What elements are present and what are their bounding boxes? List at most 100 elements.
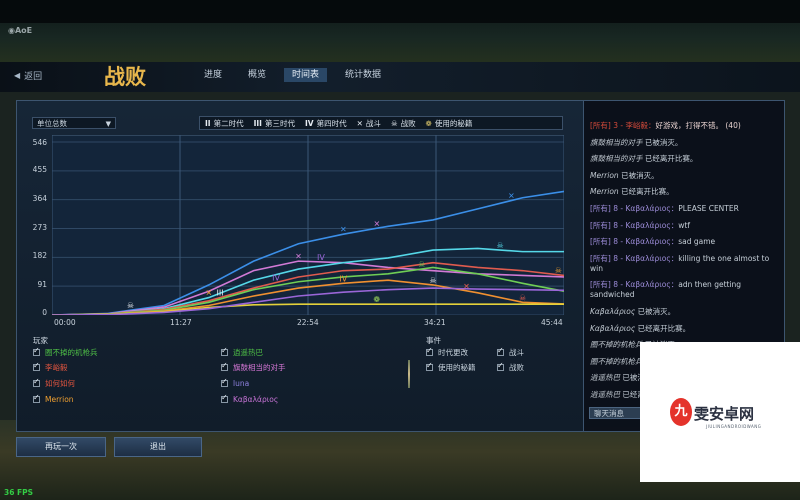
chat-message: 旗鼓相当的对手 已被消灭。 (590, 138, 778, 148)
chat-text: PLEASE CENTER (678, 203, 739, 213)
replay-button[interactable]: 再玩一次 (16, 437, 106, 457)
chat-player-name: 逍遥热巴 (590, 389, 620, 399)
crossed-swords-icon: ✕ (508, 192, 515, 201)
x-tick-label: 34:21 (424, 318, 446, 327)
crossed-swords-icon: ✕ (295, 252, 302, 261)
fps-counter: 36 FPS (4, 488, 34, 497)
x-tick-label: 45:44 (541, 318, 563, 327)
page-title: 战败 (104, 64, 146, 89)
tab-timeline[interactable]: 时间表 (284, 68, 328, 82)
player-toggle[interactable]: 旗鼓相当的对手 (221, 361, 401, 373)
y-tick-label: 273 (32, 223, 47, 232)
metric-dropdown[interactable]: 单位总数 ▼ (32, 117, 116, 129)
back-label: 返回 (24, 71, 43, 82)
player-toggle[interactable]: 如何如何 (33, 377, 213, 388)
chat-player-name: 圈不掉的机枪兵 (590, 356, 643, 366)
legend-item-age3: III 第三时代 (249, 118, 300, 129)
skull-icon: ☠ (390, 118, 398, 128)
players-col-right: 逍遥热巴 旗鼓相当的对手 luna Καβαλάριος (221, 346, 401, 404)
player-name: luna (233, 378, 250, 388)
chat-sender: [所有] 8 - Καβαλάριος： (590, 220, 679, 230)
chat-message: [所有] 8 - Καβαλάριος：PLEASE CENTER (590, 204, 778, 214)
chat-player-name: 旗鼓相当的对手 (590, 154, 643, 164)
cheat-flower-icon: ❁ (425, 118, 432, 128)
event-label: 战斗 (509, 347, 524, 357)
x-tick-label: 00:00 (54, 318, 76, 327)
chat-text: 已被消灭。 (637, 306, 676, 316)
player-toggle[interactable]: Καβαλάριος (221, 393, 401, 404)
exit-button[interactable]: 退出 (114, 437, 202, 457)
chat-message: [所有] 8 - Καβαλάριος：wtf (590, 221, 778, 231)
chat-text: wtf (678, 220, 690, 230)
player-toggle[interactable]: 李峪毅 (33, 361, 213, 373)
section-divider (408, 360, 410, 388)
player-toggle[interactable]: 圈不掉的机枪兵 (33, 346, 213, 357)
checkbox-icon (221, 377, 228, 387)
player-toggle[interactable]: luna (221, 377, 401, 388)
skull-icon: ☠ (429, 276, 436, 285)
legend-label: 第四时代 (316, 118, 347, 128)
chat-player-name: Merrion (590, 170, 619, 180)
chat-sender: [所有] 8 - Καβαλάριος： (590, 253, 679, 263)
chat-message: [所有] 8 - Καβαλάριος：sad game (590, 237, 778, 247)
y-tick-label: 182 (32, 251, 47, 260)
age-marker-icon: IV (304, 118, 314, 128)
chat-player-name: 旗鼓相当的对手 (590, 137, 643, 147)
checkbox-icon (33, 393, 40, 403)
chat-sender: [所有] 8 - Καβαλάριος： (590, 280, 679, 290)
players-col-left: 圈不掉的机枪兵 李峪毅 如何如何 Merrion (33, 346, 213, 404)
legend-label: 第二时代 (213, 118, 244, 128)
event-label: 战败 (509, 363, 524, 373)
chat-message: Merrion 已经离开比赛。 (590, 187, 778, 197)
tab-statistics[interactable]: 统计数据 (337, 68, 389, 82)
event-label: 时代更改 (438, 347, 468, 357)
chat-text: 已经离开比赛。 (644, 154, 698, 164)
x-tick-label: 11:27 (170, 318, 192, 327)
watermark-title: 雯安卓网 (694, 405, 755, 423)
skull-icon: ☠ (127, 301, 134, 310)
y-tick-label: 364 (32, 194, 47, 203)
chat-text: sad game (678, 237, 716, 247)
chat-player-name: Καβαλάριος (590, 323, 636, 333)
player-toggle[interactable]: 逍遥热巴 (221, 346, 401, 357)
chat-sender: [所有] 3 - 李峪毅： (590, 121, 656, 130)
watermark-subtitle: JIULINGANDROIDWANG (706, 424, 762, 429)
age-marker-icon: IV (317, 253, 325, 262)
player-name: Merrion (45, 394, 74, 404)
cheat-flower-icon: ❁ (374, 295, 381, 304)
chat-message: Merrion 已被消灭。 (590, 171, 778, 181)
y-tick-label: 455 (32, 165, 47, 174)
legend-label: 使用的秘籍 (434, 118, 473, 128)
chat-message: 旗鼓相当的对手 已经离开比赛。 (590, 154, 778, 164)
checkbox-icon (221, 361, 228, 372)
tab-progress[interactable]: 进度 (196, 68, 230, 82)
age-marker-icon: II (205, 118, 211, 128)
back-button[interactable]: ◀ 返回 (14, 66, 70, 84)
events-col-left: 时代更改 使用的秘籍 (426, 346, 506, 373)
event-toggle-age-change[interactable]: 时代更改 (426, 346, 506, 357)
chat-text: 已经离开比赛。 (621, 187, 674, 197)
legend-item-cheat: ❁ 使用的秘籍 (421, 118, 478, 129)
age-marker-icon: III (217, 289, 224, 298)
chat-player-name: Καβαλάριος (590, 306, 636, 316)
skull-icon: ☠ (519, 293, 526, 302)
chat-player-name: 逍遥热巴 (590, 373, 620, 383)
events-col-right: 战斗 战败 (497, 346, 567, 373)
top-bar (0, 0, 800, 23)
event-label: 使用的秘籍 (438, 363, 476, 373)
crossed-swords-icon: ✕ (340, 225, 347, 234)
player-name: 如何如何 (45, 378, 75, 388)
checkbox-icon (497, 346, 504, 356)
legend-item-age2: II 第二时代 (200, 118, 249, 129)
player-toggle[interactable]: Merrion (33, 393, 213, 404)
tab-overview[interactable]: 概览 (240, 68, 274, 82)
event-toggle-battle[interactable]: 战斗 (497, 346, 567, 357)
chevron-left-icon: ◀ (14, 70, 21, 80)
chat-sender: [所有] 8 - Καβαλάριος： (590, 203, 679, 213)
skull-icon: ☠ (418, 260, 425, 269)
checkbox-icon (33, 377, 40, 387)
chat-message: Καβαλάριος 已被消灭。 (590, 307, 778, 317)
event-toggle-defeat[interactable]: 战败 (497, 361, 567, 373)
event-toggle-cheat[interactable]: 使用的秘籍 (426, 361, 506, 373)
chevron-down-icon: ▼ (105, 120, 111, 128)
